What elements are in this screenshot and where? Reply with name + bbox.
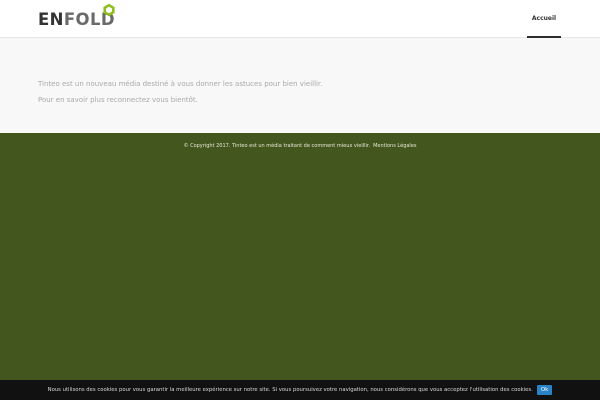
logo-text-en: EN	[38, 9, 64, 29]
cookie-accept-button[interactable]: Ok	[536, 385, 553, 395]
copyright-notice: © Copyright 2017. Tinteo est un média tr…	[183, 143, 371, 149]
cookie-message: Nous utilisons des cookies pour vous gar…	[47, 387, 533, 393]
site-logo[interactable]: EN FOLD	[38, 3, 115, 34]
cookie-consent-bar: Nous utilisons des cookies pour vous gar…	[0, 380, 600, 400]
copyright-text: © Copyright 2017. Tinteo est un média tr…	[0, 143, 600, 149]
legal-notice-link[interactable]: Mentions Légales	[373, 143, 416, 149]
coming-soon-paragraph: Pour en savoir plus reconnectez vous bie…	[38, 96, 198, 104]
site-header: EN FOLD Accueil	[0, 0, 600, 38]
nav-item-accueil[interactable]: Accueil	[527, 0, 561, 38]
intro-paragraph: Tinteo est un nouveau média destiné à vo…	[38, 80, 323, 88]
main-content: Tinteo est un nouveau média destiné à vo…	[0, 38, 600, 133]
hexagon-logo-icon	[103, 3, 115, 17]
site-footer: © Copyright 2017. Tinteo est un média tr…	[0, 133, 600, 400]
